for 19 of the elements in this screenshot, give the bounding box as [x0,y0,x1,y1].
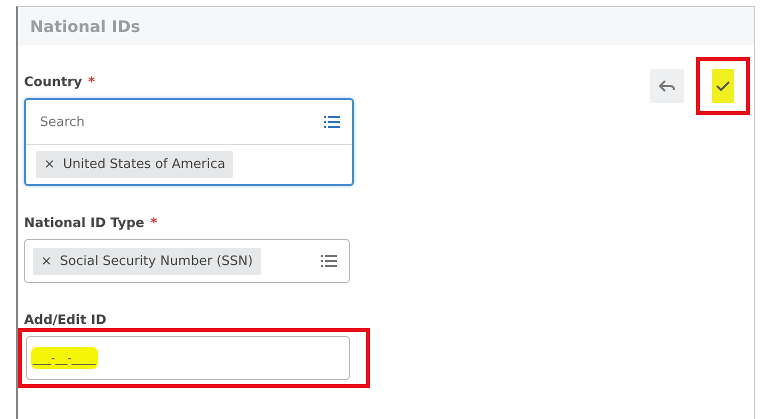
panel-title: National IDs [30,16,140,36]
selected-chip[interactable]: × Social Security Number (SSN) [33,248,261,274]
undo-icon [659,79,675,93]
search-input[interactable]: Search [38,114,282,130]
required-mark: * [150,216,158,231]
check-icon [715,79,731,93]
field-label: Country [24,75,82,90]
list-icon[interactable] [321,254,337,268]
selected-chip[interactable]: × United States of America [36,151,234,178]
undo-button[interactable] [650,69,684,103]
id-type-field[interactable]: × Social Security Number (SSN) [24,239,350,283]
confirm-button[interactable] [712,69,734,103]
country-field[interactable]: Search × United States of America [24,98,354,186]
field-label: National ID Type [24,216,144,231]
required-mark: * [88,75,95,90]
id-input-field[interactable]: ___-__-____ [26,336,350,380]
list-icon[interactable] [324,115,340,129]
id-value: ___-__-____ [31,347,98,369]
field-label: Add/Edit ID [24,313,106,328]
